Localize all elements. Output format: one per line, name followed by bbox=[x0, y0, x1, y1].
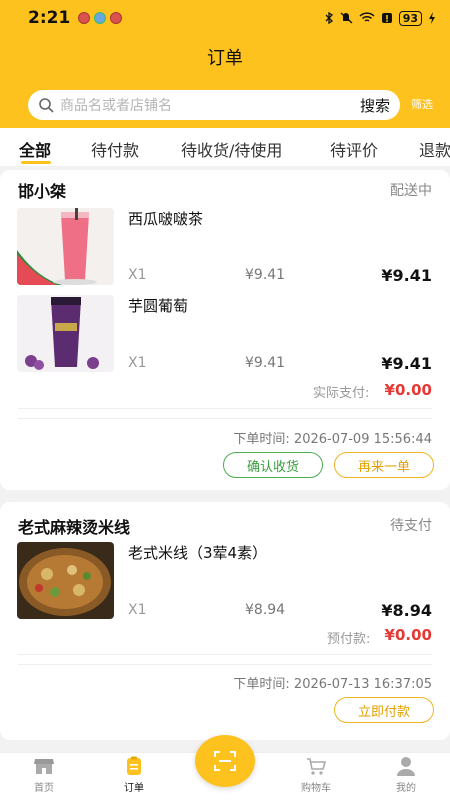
product-quantity: X1 bbox=[128, 355, 147, 371]
app-notification-icon bbox=[110, 12, 123, 24]
product-name: 老式米线（3荤4素） bbox=[128, 544, 268, 562]
unit-price: ¥9.41 bbox=[245, 355, 286, 371]
nav-label: 订单 bbox=[124, 783, 144, 794]
filter-button[interactable]: 筛选 bbox=[411, 96, 433, 112]
product-image[interactable] bbox=[17, 295, 114, 372]
charging-icon bbox=[429, 12, 435, 24]
product-image[interactable] bbox=[17, 542, 114, 619]
nav-cart[interactable]: 购物车 bbox=[286, 755, 346, 794]
unit-price: ¥9.41 bbox=[245, 267, 286, 283]
tab-pending-review[interactable]: 待评价 bbox=[330, 137, 378, 161]
order-status: 配送中 bbox=[390, 183, 432, 199]
app-notification-icon bbox=[78, 12, 91, 24]
bluetooth-icon bbox=[325, 12, 333, 24]
product-name: 芋圆葡萄 bbox=[128, 297, 189, 315]
product-quantity: X1 bbox=[128, 267, 147, 283]
item-total: ¥8.94 bbox=[381, 601, 432, 620]
divider bbox=[18, 418, 432, 419]
app-notification-icon bbox=[94, 12, 107, 24]
notification-icons bbox=[78, 12, 123, 24]
search-placeholder: 商品名或者店铺名 bbox=[60, 98, 172, 114]
scan-button[interactable] bbox=[195, 735, 255, 787]
user-icon bbox=[397, 757, 415, 776]
scan-icon bbox=[214, 751, 236, 771]
tab-pending-receipt[interactable]: 待收货/待使用 bbox=[181, 137, 282, 161]
battery-level: 93 bbox=[398, 10, 422, 26]
divider bbox=[18, 408, 432, 409]
nav-label: 首页 bbox=[34, 783, 54, 794]
product-image[interactable] bbox=[17, 208, 114, 285]
search-input[interactable]: 商品名或者店铺名 搜索 bbox=[28, 90, 400, 120]
status-time: 2:21 bbox=[28, 8, 71, 28]
search-icon bbox=[39, 98, 54, 113]
divider bbox=[18, 664, 432, 665]
unit-price: ¥8.94 bbox=[245, 602, 286, 618]
confirm-receipt-button[interactable]: 确认收货 bbox=[223, 452, 323, 478]
pay-now-button[interactable]: 立即付款 bbox=[334, 697, 434, 723]
payment-label: 实际支付: bbox=[313, 386, 370, 401]
shop-icon bbox=[34, 759, 54, 774]
clipboard-icon bbox=[127, 756, 141, 775]
order-card[interactable]: 老式麻辣烫米线 待支付 老式米线（3荤4素） X1 ¥8.94 ¥8.94 预付… bbox=[0, 502, 450, 740]
shop-name[interactable]: 老式麻辣烫米线 bbox=[18, 514, 130, 538]
payment-amount: ¥0.00 bbox=[384, 381, 432, 399]
nav-orders[interactable]: 订单 bbox=[104, 755, 164, 794]
tab-refund[interactable]: 退款 bbox=[419, 137, 450, 161]
mute-icon bbox=[340, 12, 353, 24]
item-total: ¥9.41 bbox=[381, 354, 432, 373]
alert-icon bbox=[381, 13, 392, 23]
nav-profile[interactable]: 我的 bbox=[376, 755, 436, 794]
rice-noodle-image bbox=[17, 542, 114, 619]
grape-drink-image bbox=[17, 295, 114, 372]
item-total: ¥9.41 bbox=[381, 266, 432, 285]
system-status: 93 bbox=[324, 10, 436, 26]
nav-home[interactable]: 首页 bbox=[14, 755, 74, 794]
order-card[interactable]: 邯小桀 配送中 西瓜啵啵茶 X1 ¥9.41 ¥9.41 芋圆葡萄 X1 ¥9.… bbox=[0, 170, 450, 490]
product-quantity: X1 bbox=[128, 602, 147, 618]
payment-amount: ¥0.00 bbox=[384, 626, 432, 644]
order-tabs: 全部 待付款 待收货/待使用 待评价 退款 bbox=[0, 128, 450, 166]
tab-all[interactable]: 全部 bbox=[19, 137, 51, 161]
cart-icon bbox=[307, 758, 327, 775]
order-status: 待支付 bbox=[390, 518, 432, 534]
payment-label: 预付款: bbox=[327, 632, 371, 647]
watermelon-drink-image bbox=[17, 208, 114, 285]
nav-label: 购物车 bbox=[301, 783, 331, 794]
divider bbox=[18, 654, 432, 655]
search-button[interactable]: 搜索 bbox=[360, 95, 390, 116]
nav-label: 我的 bbox=[396, 783, 416, 794]
page-title: 订单 bbox=[207, 48, 243, 69]
shop-name[interactable]: 邯小桀 bbox=[18, 178, 66, 202]
active-tab-indicator bbox=[21, 161, 51, 164]
product-name: 西瓜啵啵茶 bbox=[128, 210, 204, 228]
header-bar: 2:21 93 订单 商品名或者店铺名 搜索 筛选 bbox=[0, 0, 450, 128]
tab-pending-payment[interactable]: 待付款 bbox=[91, 137, 139, 161]
reorder-button[interactable]: 再来一单 bbox=[334, 452, 434, 478]
wifi-icon bbox=[359, 12, 375, 22]
order-time: 下单时间: 2026-07-13 16:37:05 bbox=[233, 677, 432, 692]
order-time: 下单时间: 2026-07-09 15:56:44 bbox=[233, 432, 432, 447]
status-bar: 2:21 93 bbox=[0, 0, 450, 36]
